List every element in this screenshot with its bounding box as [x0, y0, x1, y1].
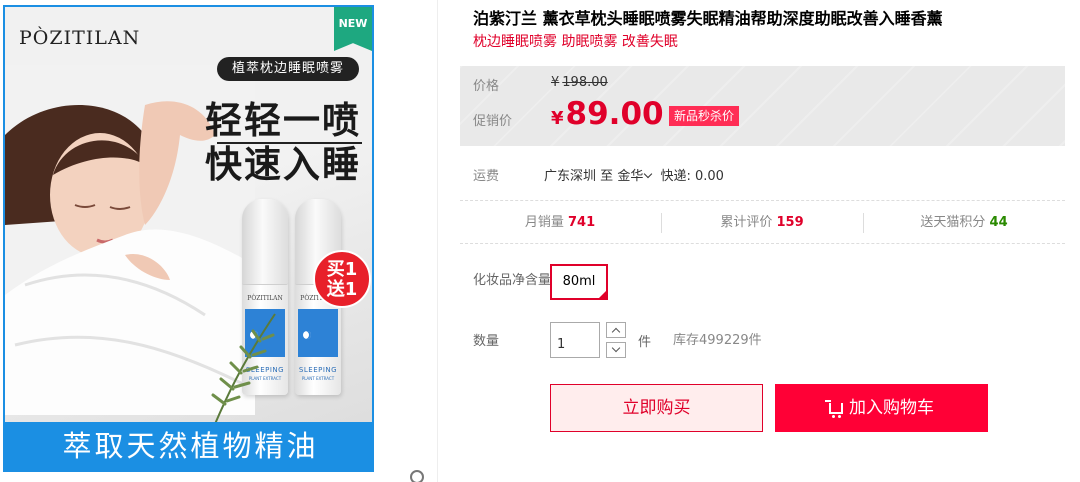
promo-price-value: 89.00	[565, 96, 664, 132]
spec-option-80ml[interactable]: 80ml	[550, 264, 608, 300]
bogo-line-1: 买1	[326, 259, 358, 280]
stock-count: 库存499229件	[673, 333, 762, 348]
monthly-sales-value: 741	[568, 215, 596, 230]
original-price-label: 价格	[473, 79, 500, 94]
price-panel: 价格 ¥198.00 促销价 ¥89.00 新品秒杀价	[460, 66, 1065, 146]
promo-price: ¥89.00	[551, 96, 664, 132]
product-tag-pill: 植萃枕边睡眠喷雾	[217, 57, 359, 81]
moon-icon	[303, 331, 311, 339]
product-gallery: PÒZITILAN NEW 植萃枕边睡眠喷雾 轻轻一喷 快速入睡 PÒZITIL…	[0, 0, 438, 482]
buy-one-get-one-badge: 买1 送1	[313, 250, 371, 308]
sales-stats: 月销量 741 累计评价 159 送天猫积分 44	[460, 200, 1065, 244]
reviews-label[interactable]: 累计评价	[720, 215, 772, 230]
new-badge: NEW	[334, 7, 372, 51]
monthly-sales: 月销量 741	[460, 201, 660, 245]
monthly-sales-label: 月销量	[524, 215, 564, 230]
currency-symbol: ¥	[551, 108, 564, 129]
headline-line-1: 轻轻一喷	[205, 99, 361, 142]
quantity-label: 数量	[473, 334, 500, 349]
points-value: 44	[989, 215, 1008, 230]
cart-icon	[825, 400, 843, 418]
quantity-increase-button[interactable]	[606, 322, 626, 338]
headline-line-2: 快速入睡	[205, 143, 361, 186]
tmall-points: 送天猫积分 44	[864, 201, 1064, 245]
promo-price-label: 促销价	[473, 114, 513, 129]
express-fee: 快递: 0.00	[660, 169, 724, 184]
shipping-info: 广东深圳 至 金华 快递: 0.00	[544, 165, 724, 184]
add-to-cart-button[interactable]: 加入购物车	[775, 384, 988, 432]
points-label: 送天猫积分	[920, 215, 986, 230]
bottle-sleeping-text: SLEEPING	[298, 366, 338, 374]
shipping-row: 运费 广东深圳 至 金华 快递: 0.00	[460, 152, 1065, 196]
buy-now-button[interactable]: 立即购买	[550, 384, 763, 432]
image-bottom-banner: 萃取天然植物精油	[5, 422, 372, 470]
chevron-down-icon	[611, 343, 621, 353]
ship-from: 广东深圳	[544, 169, 597, 184]
main-product-image[interactable]: PÒZITILAN NEW 植萃枕边睡眠喷雾 轻轻一喷 快速入睡 PÒZITIL…	[3, 5, 374, 472]
magnifier-icon[interactable]	[410, 470, 424, 482]
ship-to-word: 至	[600, 169, 614, 184]
cumulative-reviews[interactable]: 累计评价 159	[662, 201, 862, 245]
shipping-label: 运费	[473, 169, 500, 184]
currency-symbol: ¥	[551, 75, 560, 90]
chevron-down-icon[interactable]	[644, 169, 653, 179]
bogo-line-2: 送1	[326, 279, 358, 300]
ship-to-city[interactable]: 金华	[617, 169, 643, 184]
product-title: 泊紫汀兰 薰衣草枕头睡眠喷雾失眠精油帮助深度助眠改善入睡香薰	[473, 9, 943, 28]
product-subtitle: 枕边睡眠喷雾 助眠喷雾 改善失眠	[473, 34, 678, 50]
rosemary-sprig-icon	[211, 313, 276, 425]
product-page: PÒZITILAN NEW 植萃枕边睡眠喷雾 轻轻一喷 快速入睡 PÒZITIL…	[0, 0, 1080, 482]
quantity-decrease-button[interactable]	[606, 342, 626, 358]
quantity-input[interactable]: 1	[550, 322, 600, 358]
ship-to-selector[interactable]: 金华	[617, 169, 656, 184]
quantity-unit: 件	[638, 335, 652, 350]
original-price-value: 198.00	[562, 75, 608, 90]
add-to-cart-label: 加入购物车	[849, 398, 934, 418]
brand-logo: PÒZITILAN	[19, 27, 141, 49]
bottle-sub-text: PLANT EXTRACT	[301, 376, 335, 381]
bottle-cap	[242, 199, 288, 285]
product-info-panel: 泊紫汀兰 薰衣草枕头睡眠喷雾失眠精油帮助深度助眠改善入睡香薰 枕边睡眠喷雾 助眠…	[460, 0, 1070, 482]
reviews-value[interactable]: 159	[777, 215, 804, 230]
spec-label: 化妆品净含量	[473, 273, 552, 288]
chevron-up-icon	[611, 327, 621, 337]
headline-divider	[217, 142, 362, 144]
original-price: ¥198.00	[551, 75, 608, 90]
promo-tag-badge: 新品秒杀价	[669, 106, 740, 126]
bottle-brand-label: PÒZITILAN	[247, 295, 283, 302]
